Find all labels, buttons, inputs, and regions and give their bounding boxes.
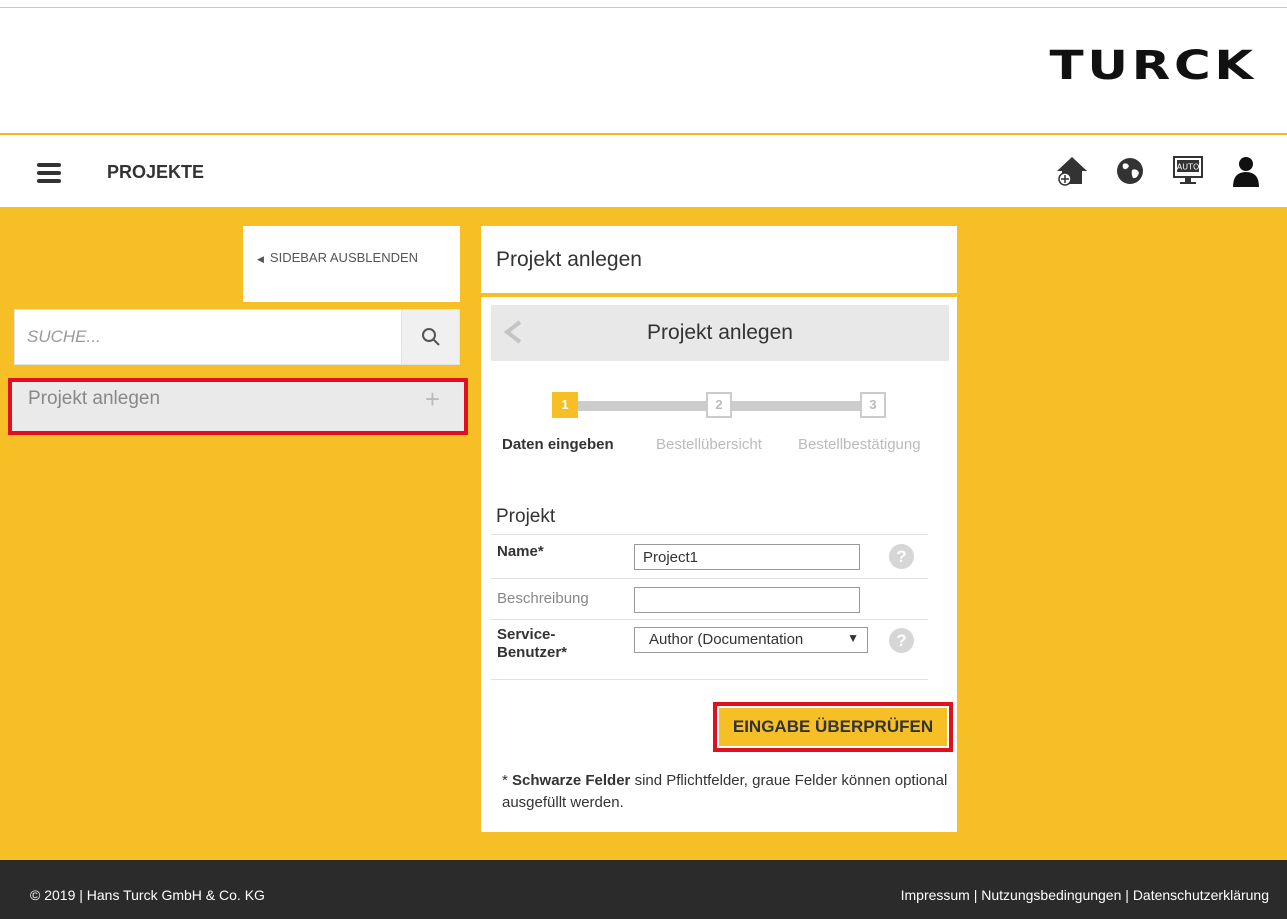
svg-text:AUTO: AUTO xyxy=(1177,163,1200,172)
service-user-value: Author (Documentation xyxy=(649,631,804,648)
page-title: PROJEKTE xyxy=(107,162,205,182)
sidebar-item-label: Projekt anlegen xyxy=(28,388,161,409)
step-3-indicator: 3 xyxy=(860,392,886,418)
auto-monitor-icon[interactable]: AUTO xyxy=(1171,154,1205,188)
sidebar-toggle-label: SIDEBAR AUSBLENDEN xyxy=(269,250,419,265)
globe-icon[interactable] xyxy=(1113,154,1147,188)
footer-links: Impressum | Nutzungsbedingungen | Datens… xyxy=(900,887,1269,903)
search-icon xyxy=(421,328,440,346)
form-row-service-user: Service- Benutzer* Author (Documentation… xyxy=(491,619,928,680)
footer-link-impressum[interactable]: Impressum xyxy=(901,887,970,903)
top-border xyxy=(0,7,1287,8)
service-user-select[interactable]: Author (Documentation ▼ xyxy=(634,627,868,653)
panel-subheader: Projekt anlegen xyxy=(491,305,949,361)
search-button[interactable] xyxy=(401,310,459,364)
plus-icon: + xyxy=(424,384,440,414)
user-icon[interactable] xyxy=(1229,154,1263,188)
header-icons: AUTO xyxy=(1055,154,1263,188)
step-2-indicator: 2 xyxy=(706,392,732,418)
step-1-label: Daten eingeben xyxy=(502,436,614,453)
caret-left-icon: ◀ xyxy=(257,254,264,264)
turck-logo: TURCK xyxy=(1049,43,1257,89)
name-label: Name* xyxy=(497,543,544,560)
progress-stepper: 1 2 3 Daten eingeben Bestellübersicht Be… xyxy=(481,392,957,453)
footer-link-datenschutzerklaerung[interactable]: Datenschutzerklärung xyxy=(1133,887,1269,903)
required-fields-note: * Schwarze Felder sind Pflichtfelder, gr… xyxy=(502,772,948,811)
check-input-button-label: EINGABE ÜBERPRÜFEN xyxy=(719,708,947,746)
sidebar-item-projekt-anlegen[interactable]: Projekt anlegen + xyxy=(8,378,468,435)
home-add-icon[interactable] xyxy=(1055,154,1089,188)
description-field[interactable] xyxy=(634,587,860,613)
dropdown-caret-icon: ▼ xyxy=(847,631,859,645)
sidebar-toggle-button[interactable]: ◀ SIDEBAR AUSBLENDEN xyxy=(243,226,460,302)
panel-title: Projekt anlegen xyxy=(481,226,957,293)
service-user-label: Service- Benutzer* xyxy=(497,626,568,661)
check-input-button[interactable]: EINGABE ÜBERPRÜFEN xyxy=(713,702,953,752)
description-label: Beschreibung xyxy=(497,590,589,607)
name-field[interactable] xyxy=(634,544,860,570)
top-navigation-bar: PROJEKTE AUTO xyxy=(0,135,1287,207)
footer-link-nutzungsbedingungen[interactable]: Nutzungsbedingungen xyxy=(981,887,1121,903)
main-content-area: ◀ SIDEBAR AUSBLENDEN Projekt anlegen + Pr… xyxy=(0,207,1287,860)
sidebar: Projekt anlegen + xyxy=(8,299,468,499)
hamburger-menu-icon[interactable] xyxy=(37,163,61,183)
name-help-icon[interactable]: ? xyxy=(889,544,914,569)
step-3-label: Bestellbestätigung xyxy=(798,436,921,453)
create-project-panel: Projekt anlegen 1 2 3 Daten eingeben Bes… xyxy=(481,297,957,832)
step-2-label: Bestellübersicht xyxy=(656,436,762,453)
form-heading: Projekt xyxy=(496,506,556,527)
search-input[interactable] xyxy=(15,310,401,364)
footer-copyright: © 2019 | Hans Turck GmbH & Co. KG xyxy=(30,887,265,903)
project-form: Name* ? Beschreibung Service- Benutzer* … xyxy=(491,534,928,680)
footer: © 2019 | Hans Turck GmbH & Co. KG Impres… xyxy=(0,860,1287,919)
form-row-description: Beschreibung xyxy=(491,578,928,619)
form-row-name: Name* ? xyxy=(491,534,928,578)
panel-subtitle: Projekt anlegen xyxy=(647,321,793,344)
service-user-help-icon[interactable]: ? xyxy=(889,628,914,653)
step-1-indicator: 1 xyxy=(552,392,578,418)
search-box xyxy=(14,309,460,365)
